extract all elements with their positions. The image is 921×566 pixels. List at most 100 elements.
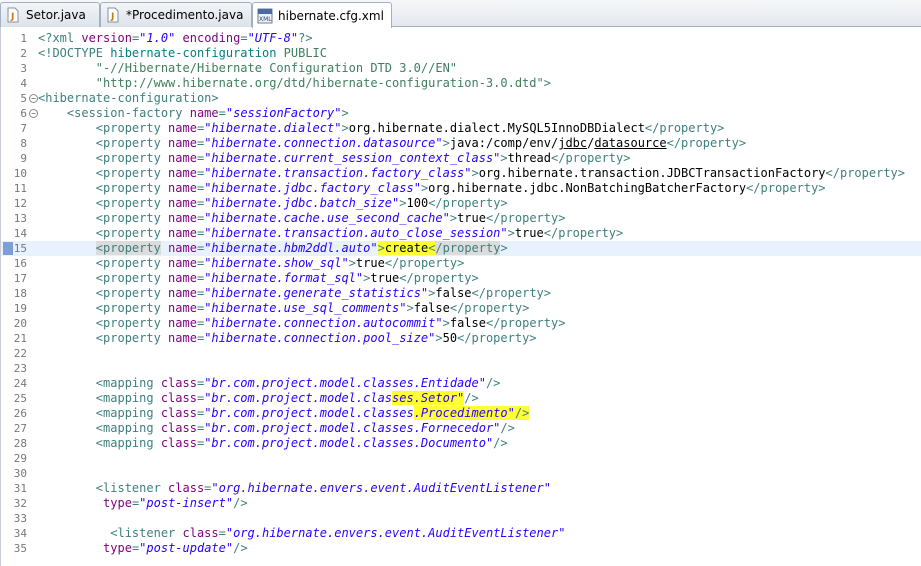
- code-line[interactable]: 6− <session-factory name="sessionFactory…: [1, 106, 921, 121]
- line-number: 22: [13, 347, 27, 360]
- code-line[interactable]: 20 <property name="hibernate.connection.…: [1, 316, 921, 331]
- line-number: 6: [20, 107, 27, 120]
- line-number: 14: [13, 227, 27, 240]
- code-text: <property name="hibernate.use_sql_commen…: [38, 301, 530, 316]
- code-token: </property>: [457, 331, 537, 345]
- code-line[interactable]: 10 <property name="hibernate.transaction…: [1, 166, 921, 181]
- code-token: hibernate-configuration: [110, 46, 284, 60]
- line-number: 35: [13, 542, 27, 555]
- code-token: name: [168, 301, 197, 315]
- code-line[interactable]: 12 <property name="hibernate.jdbc.batch_…: [1, 196, 921, 211]
- code-text: <hibernate-configuration>: [38, 91, 219, 106]
- code-token: "UTF-8": [247, 31, 299, 45]
- code-line[interactable]: 25 <mapping class="br.com.project.model.…: [1, 391, 921, 406]
- code-line[interactable]: 9 <property name="hibernate.current_sess…: [1, 151, 921, 166]
- code-token: <property: [95, 241, 161, 255]
- code-line[interactable]: 27 <mapping class="br.com.project.model.…: [1, 421, 921, 436]
- code-line[interactable]: 21 <property name="hibernate.connection.…: [1, 331, 921, 346]
- xml-source-editor[interactable]: 1 <?xml version="1.0" encoding="UTF-8"?> 2…: [0, 27, 921, 566]
- code-line[interactable]: 33: [1, 511, 921, 526]
- code-token: >: [435, 331, 443, 345]
- line-number: 8: [20, 137, 27, 150]
- code-token: <property: [95, 136, 169, 150]
- code-line[interactable]: 34 <listener class="org.hibernate.envers…: [1, 526, 921, 541]
- code-line[interactable]: 17 <property name="hibernate.format_sql"…: [1, 271, 921, 286]
- code-line[interactable]: 11 <property name="hibernate.jdbc.factor…: [1, 181, 921, 196]
- code-token: name: [168, 226, 197, 240]
- code-line[interactable]: 2 <!DOCTYPE hibernate-configuration PUBLI…: [1, 46, 921, 61]
- code-token: org.hibernate.transaction.JDBCTransactio…: [478, 166, 826, 180]
- code-token: />: [233, 496, 248, 510]
- fold-toggle-icon[interactable]: −: [29, 94, 38, 103]
- code-token: name: [168, 286, 197, 300]
- line-number: 23: [13, 362, 27, 375]
- code-token: <property: [95, 196, 169, 210]
- code-token: false: [435, 286, 472, 300]
- code-token: ses.Setor": [392, 391, 465, 405]
- code-token: false: [413, 301, 450, 315]
- line-number: 5: [20, 92, 27, 105]
- code-line[interactable]: 31 <listener class="org.hibernate.envers…: [1, 481, 921, 496]
- code-token: jdbc: [558, 136, 588, 150]
- code-token: name: [168, 241, 197, 255]
- code-line[interactable]: 18 <property name="hibernate.generate_st…: [1, 286, 921, 301]
- tab-hibernate-cfg-xml[interactable]: XML hibernate.cfg.xml ⊠: [252, 2, 392, 28]
- code-line[interactable]: 4 "http://www.hibernate.org/dtd/hibernat…: [1, 76, 921, 91]
- line-number: 26: [13, 407, 27, 420]
- tab-setor-java[interactable]: J Setor.java: [0, 2, 100, 27]
- tab-procedimento-java[interactable]: J *Procedimento.java: [100, 2, 252, 27]
- code-token: </property>: [485, 316, 566, 330]
- code-token: "br.com.project.model.classes: [204, 406, 414, 420]
- line-number: 2: [20, 47, 27, 60]
- line-number: 17: [13, 272, 27, 285]
- tab-label: *Procedimento.java: [126, 8, 244, 22]
- code-line[interactable]: 28 <mapping class="br.com.project.model.…: [1, 436, 921, 451]
- code-token: type: [103, 541, 132, 555]
- code-token: true: [514, 226, 544, 240]
- code-token: "post-update": [139, 541, 234, 555]
- code-line[interactable]: 24 <mapping class="br.com.project.model.…: [1, 376, 921, 391]
- code-token: <hibernate-configuration>: [38, 91, 219, 105]
- code-token: />: [493, 436, 508, 450]
- code-text: <property name="hibernate.hbm2ddl.auto">…: [38, 241, 508, 256]
- code-token: <!DOCTYPE: [38, 46, 111, 60]
- current-line[interactable]: 15 <property name="hibernate.hbm2ddl.aut…: [1, 241, 921, 256]
- line-number: 16: [13, 257, 27, 270]
- code-line[interactable]: 14 <property name="hibernate.transaction…: [1, 226, 921, 241]
- code-token: org.hibernate.dialect.MySQL5InnoDBDialec…: [348, 121, 645, 135]
- code-token: >: [500, 151, 508, 165]
- fold-toggle-icon[interactable]: −: [29, 109, 38, 118]
- code-line[interactable]: 32 type="post-insert"/>: [1, 496, 921, 511]
- line-number: 33: [13, 512, 27, 525]
- code-text: "-//Hibernate/Hibernate Configuration DT…: [38, 61, 457, 76]
- code-line[interactable]: 19 <property name="hibernate.use_sql_com…: [1, 301, 921, 316]
- line-number: 28: [13, 437, 27, 450]
- code-line[interactable]: 16 <property name="hibernate.show_sql">t…: [1, 256, 921, 271]
- code-line[interactable]: 22: [1, 346, 921, 361]
- code-line[interactable]: 3 "-//Hibernate/Hibernate Configuration …: [1, 61, 921, 76]
- code-token: 100: [406, 196, 429, 210]
- code-line[interactable]: 26 <mapping class="br.com.project.model.…: [1, 406, 921, 421]
- code-token: <mapping: [95, 436, 161, 450]
- code-line[interactable]: 29: [1, 451, 921, 466]
- code-line[interactable]: 13 <property name="hibernate.cache.use_s…: [1, 211, 921, 226]
- code-line[interactable]: 30: [1, 466, 921, 481]
- code-line[interactable]: 7 <property name="hibernate.dialect">org…: [1, 121, 921, 136]
- code-line[interactable]: 1 <?xml version="1.0" encoding="UTF-8"?>: [1, 31, 921, 46]
- code-line[interactable]: 35 type="post-update"/>: [1, 541, 921, 556]
- code-token: name: [168, 196, 197, 210]
- line-number: 34: [13, 527, 27, 540]
- code-line[interactable]: 8 <property name="hibernate.connection.d…: [1, 136, 921, 151]
- code-line[interactable]: 23: [1, 361, 921, 376]
- code-line[interactable]: 5− <hibernate-configuration>: [1, 91, 921, 106]
- code-token: .Procedimento": [413, 406, 515, 420]
- code-text: <listener class="org.hibernate.envers.ev…: [38, 526, 565, 541]
- code-token: "1.0": [139, 31, 176, 45]
- code-token: />: [514, 406, 530, 420]
